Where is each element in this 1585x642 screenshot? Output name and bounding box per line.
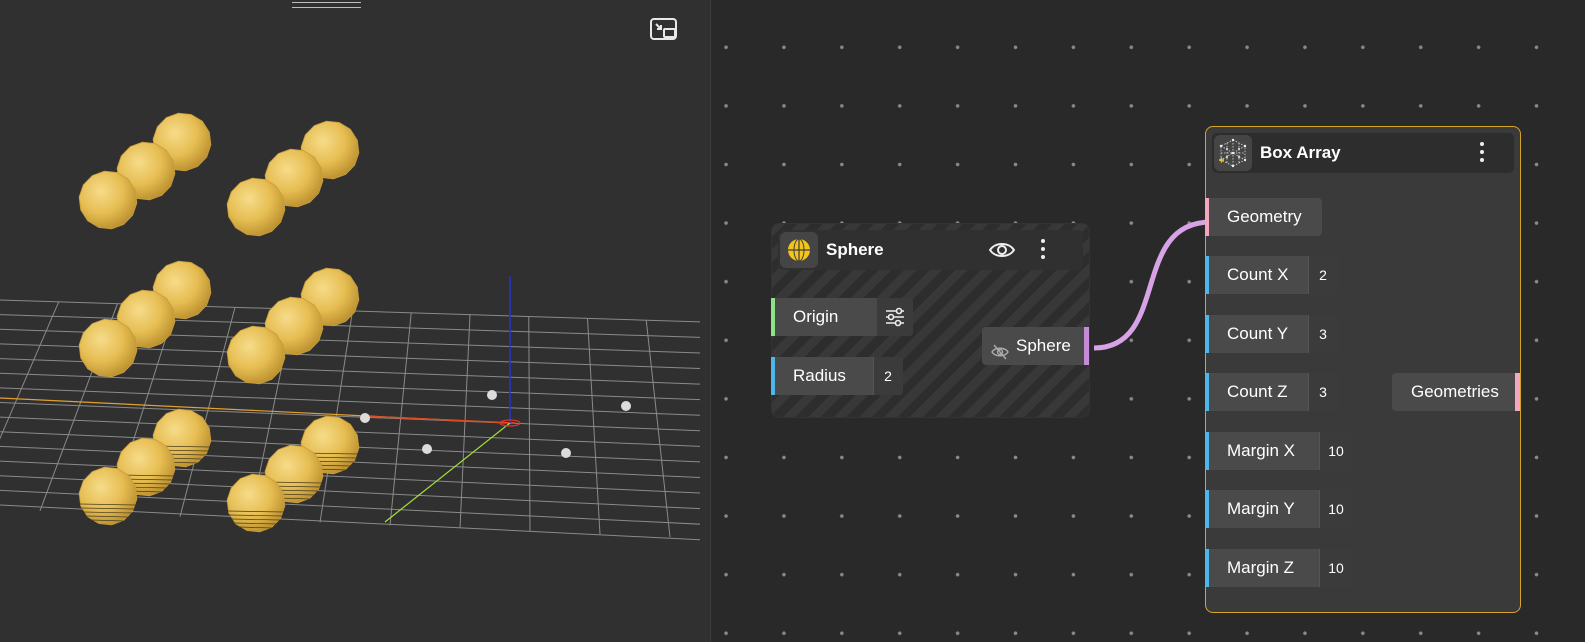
grid-line — [0, 402, 700, 432]
sphere-mesh[interactable] — [78, 170, 138, 230]
node-title: Sphere — [826, 240, 884, 259]
sphere-output-port[interactable]: Sphere — [982, 327, 1089, 365]
radius-value-field[interactable]: 2 — [873, 357, 903, 395]
port-label: Sphere — [1016, 336, 1071, 355]
count-y-input-port[interactable]: Count Y 3 — [1205, 315, 1338, 353]
control-point[interactable] — [621, 401, 631, 411]
port-label: Geometries — [1411, 382, 1499, 401]
control-point[interactable] — [561, 448, 571, 458]
sliders-icon[interactable] — [877, 298, 913, 336]
control-point[interactable] — [360, 413, 370, 423]
grid-line — [0, 372, 700, 401]
origin-input-port[interactable]: Origin — [771, 298, 913, 336]
count-y-value-field[interactable]: 3 — [1308, 315, 1338, 353]
box-array-node-header[interactable]: Box Array — [1212, 133, 1514, 173]
control-point[interactable] — [422, 444, 432, 454]
margin-x-value-field[interactable]: 10 — [1319, 432, 1353, 470]
margin-z-input-port[interactable]: Margin Z 10 — [1205, 549, 1353, 587]
radius-input-port[interactable]: Radius 2 — [771, 357, 903, 395]
port-label: Margin X — [1227, 441, 1296, 460]
count-x-value-field[interactable]: 2 — [1308, 256, 1338, 294]
y-axis-line — [384, 422, 511, 523]
port-label: Margin Y — [1227, 499, 1295, 518]
picture-in-picture-icon[interactable] — [649, 17, 679, 43]
control-point[interactable] — [487, 390, 497, 400]
port-label: Count Z — [1227, 382, 1288, 401]
sphere-node[interactable]: Sphere Origin Radius 2 Sphere — [771, 223, 1090, 418]
port-label: Count Y — [1227, 324, 1289, 343]
port-label: Origin — [793, 307, 839, 326]
sphere-array[interactable] — [78, 112, 360, 533]
scene-svg — [0, 112, 700, 541]
box-array-icon — [1214, 135, 1252, 171]
sphere-mesh[interactable] — [226, 325, 286, 385]
grid-line — [528, 316, 531, 532]
x-axis-line — [359, 415, 516, 424]
port-label: Count X — [1227, 265, 1289, 284]
margin-y-value-field[interactable]: 10 — [1319, 490, 1353, 528]
count-z-value-field[interactable]: 3 — [1308, 373, 1338, 411]
count-z-input-port[interactable]: Count Z 3 — [1205, 373, 1338, 411]
sphere-node-header[interactable]: Sphere — [778, 230, 1083, 270]
geometries-output-port[interactable]: Geometries — [1392, 373, 1520, 411]
sphere-icon — [780, 232, 818, 268]
box-array-node[interactable]: Box Array Geometry Count X 2 Count Y 3 C… — [1205, 126, 1521, 613]
geometry-input-port[interactable]: Geometry — [1205, 198, 1322, 236]
viewport-3d[interactable] — [0, 0, 710, 642]
sphere-mesh[interactable] — [78, 318, 138, 378]
margin-z-value-field[interactable]: 10 — [1319, 549, 1353, 587]
margin-x-input-port[interactable]: Margin X 10 — [1205, 432, 1353, 470]
margin-y-input-port[interactable]: Margin Y 10 — [1205, 490, 1353, 528]
count-x-input-port[interactable]: Count X 2 — [1205, 256, 1338, 294]
port-label: Margin Z — [1227, 558, 1295, 577]
sphere-mesh[interactable] — [226, 177, 286, 237]
more-vertical-icon[interactable] — [1475, 141, 1489, 165]
port-label: Radius — [793, 366, 846, 385]
eye-off-icon[interactable] — [991, 337, 1009, 360]
port-label: Geometry — [1227, 207, 1302, 226]
grid-line — [0, 387, 700, 416]
eye-icon[interactable] — [988, 237, 1016, 263]
node-title: Box Array — [1260, 143, 1341, 162]
control-points[interactable] — [360, 390, 631, 458]
more-vertical-icon[interactable] — [1036, 238, 1050, 262]
